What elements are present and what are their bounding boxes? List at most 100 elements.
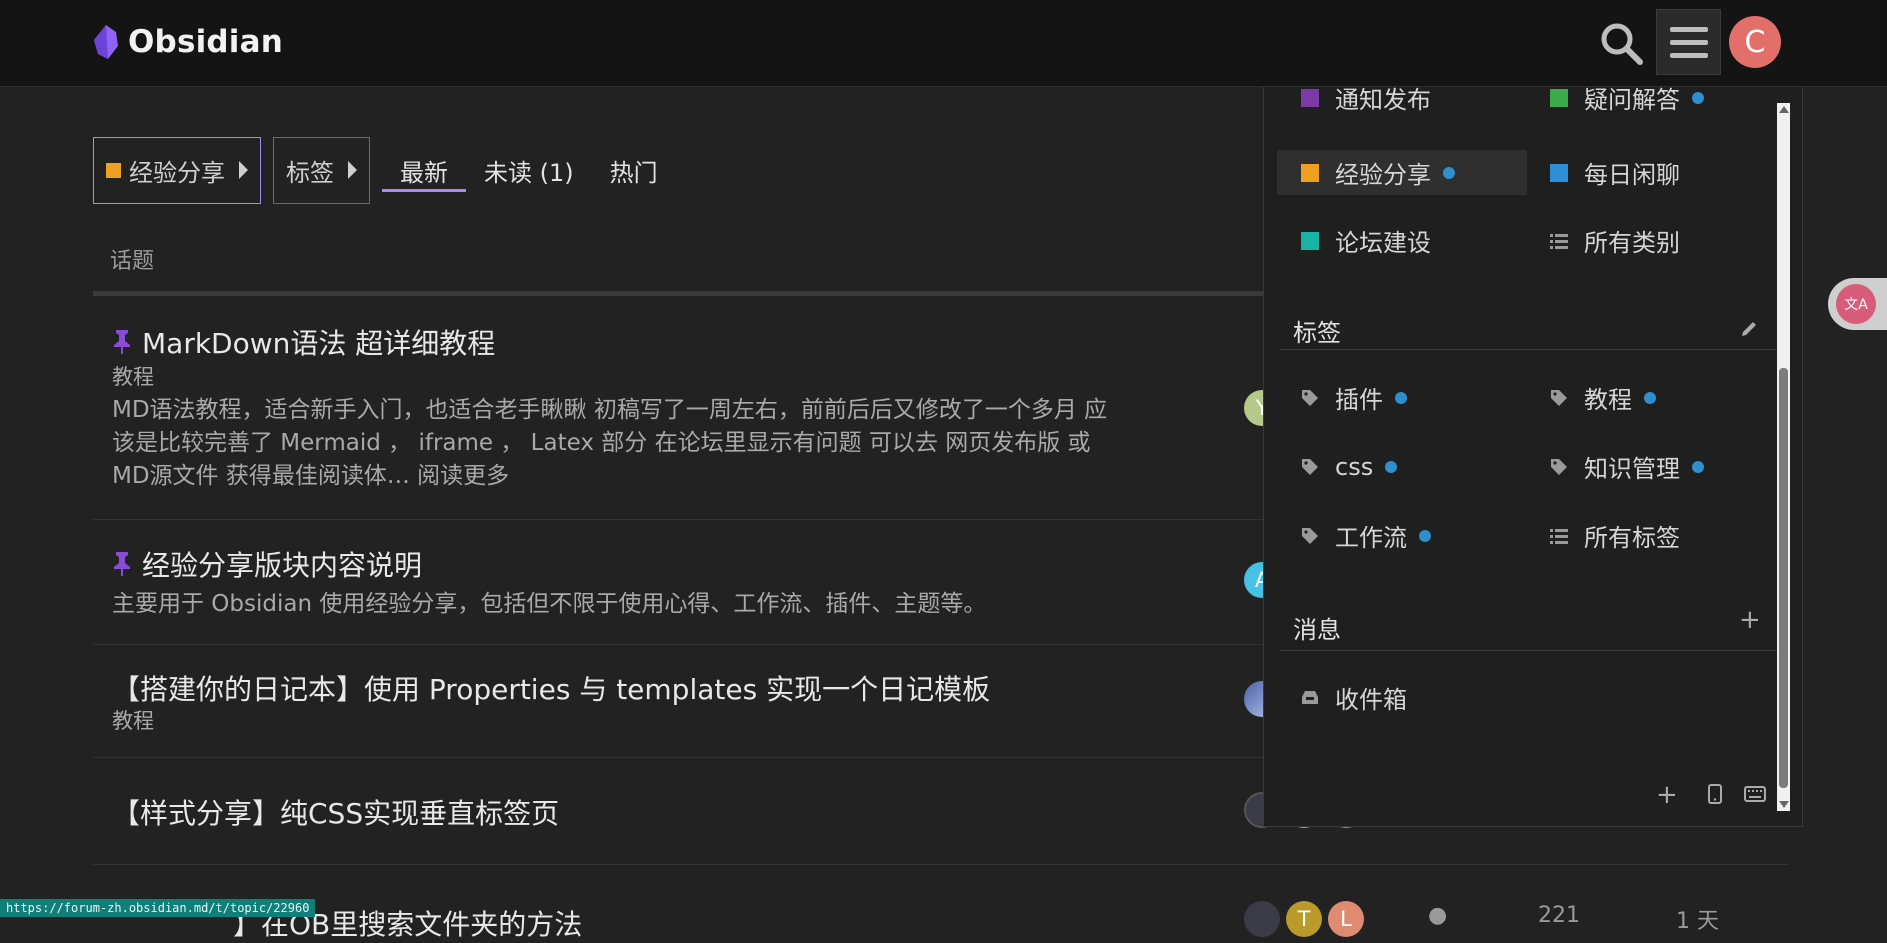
topic-title[interactable]: 【样式分享】纯CSS实现垂直标签页 [112,792,559,832]
category-item-announcements[interactable]: 通知发布 [1277,87,1527,120]
activity-time[interactable]: 1 天 [1676,903,1719,935]
tags-section-title[interactable]: 标签 [1293,313,1341,348]
category-label: 经验分享 [1335,161,1431,189]
tags-dropdown[interactable]: 标签 [273,136,370,204]
search-icon[interactable] [1598,20,1644,66]
tag-item-workflow[interactable]: 工作流 [1277,513,1527,558]
tags-dropdown-label: 标签 [286,158,334,187]
tag-label: 教程 [1584,386,1632,414]
caret-right-icon [348,161,357,179]
caret-right-icon [239,161,248,179]
scroll-up-arrow-icon[interactable] [1779,106,1789,113]
plus-icon[interactable]: + [1739,605,1761,635]
tab-top[interactable]: 热门 [592,136,676,204]
translate-icon: 文A [1836,284,1876,324]
pin-icon [114,330,130,354]
avatar[interactable]: L [1328,901,1364,937]
category-dropdown-label: 经验分享 [129,158,225,187]
tag-icon [1302,527,1318,544]
translate-extension-button[interactable]: 文A [1828,278,1887,330]
brand-name: Obsidian [128,24,284,60]
topic-tag[interactable]: 教程 [112,705,154,735]
category-item-sharing[interactable]: 经验分享 [1277,150,1527,195]
inbox-item[interactable]: 收件箱 [1277,675,1527,720]
topic-title[interactable]: 经验分享版块内容说明 [142,544,422,584]
category-color-swatch [1550,163,1568,182]
category-color-swatch [1301,88,1319,107]
topic-title-row: 【样式分享】纯CSS实现垂直标签页 [112,792,559,832]
site-header: Obsidian C [0,0,1887,87]
reply-count: ● [1428,903,1448,928]
topic-tag[interactable]: 教程 [112,361,154,391]
hamburger-menu-button[interactable] [1656,9,1721,75]
category-label: 每日闲聊 [1584,161,1680,189]
category-color-swatch [1301,231,1319,250]
topic-title-row: 经验分享版块内容说明 [112,544,422,584]
tag-item-plugin[interactable]: 插件 [1277,375,1527,420]
column-header-topic[interactable]: 话题 [110,243,154,275]
topic-title[interactable]: 【搭建你的日记本】使用 Properties 与 templates 实现一个日… [112,668,990,708]
tag-item-tutorial[interactable]: 教程 [1526,375,1776,420]
category-label: 疑问解答 [1584,87,1680,114]
tag-label: 所有标签 [1584,524,1680,552]
topic-excerpt: 主要用于 Obsidian 使用经验分享，包括但不限于使用心得、工作流、插件、主… [112,591,987,617]
keyboard-icon[interactable] [1744,786,1766,802]
tag-label: css [1335,452,1374,481]
unread-dot [1692,460,1704,473]
menu-icon-bar [1669,39,1708,45]
views-count: 221 [1538,903,1580,928]
edit-pencil-icon[interactable] [1741,319,1759,337]
list-icon [1550,528,1568,544]
category-label: 论坛建设 [1335,229,1431,257]
category-color-swatch [106,162,121,178]
avatar[interactable] [1244,901,1280,937]
user-avatar[interactable]: C [1729,16,1781,68]
unread-dot [1692,91,1704,104]
divider [1279,349,1779,350]
pin-icon [114,552,130,576]
status-url: https://forum-zh.obsidian.md/t/topic/229… [0,899,316,917]
topic-excerpt: MD语法教程，适合新手入门，也适合老手瞅瞅 初稿写了一周左右，前前后后又修改了一… [112,397,1108,489]
category-item-chat[interactable]: 每日闲聊 [1526,150,1776,195]
tag-item-css[interactable]: css [1277,444,1527,489]
avatar[interactable]: T [1286,901,1322,937]
tag-icon [1302,458,1318,475]
category-color-swatch [1550,88,1568,107]
category-item-forum[interactable]: 论坛建设 [1277,218,1527,263]
site-logo[interactable]: Obsidian [92,24,283,60]
unread-dot [1395,391,1407,404]
poster-avatars: T L [1244,901,1364,937]
plus-icon[interactable]: + [1656,780,1678,810]
menu-icon-bar [1669,52,1708,58]
category-color-swatch [1301,163,1319,182]
scrollbar-thumb[interactable] [1779,368,1788,788]
inbox-icon [1302,690,1318,704]
panel-scrollbar[interactable] [1777,103,1790,811]
category-label: 所有类别 [1584,229,1680,257]
tag-item-knowledge[interactable]: 知识管理 [1526,444,1776,489]
obsidian-logo-icon [94,25,118,59]
tag-label: 插件 [1335,386,1383,414]
category-item-qa[interactable]: 疑问解答 [1526,87,1776,120]
unread-dot [1443,166,1455,179]
inbox-label: 收件箱 [1335,686,1407,714]
tag-icon [1302,389,1318,406]
tag-icon [1551,458,1567,475]
divider [1279,650,1779,651]
tab-latest[interactable]: 最新 [382,136,466,204]
mobile-icon[interactable] [1708,784,1722,804]
topic-nav: 经验分享 标签 最新 未读 (1) 热门 [93,136,676,204]
unread-dot [1385,460,1398,473]
messages-section-title[interactable]: 消息 [1293,610,1341,645]
category-dropdown[interactable]: 经验分享 [93,136,261,204]
unread-dot [1419,529,1431,542]
tab-unread[interactable]: 未读 (1) [466,136,592,204]
hamburger-panel: 通知发布 疑问解答 经验分享 每日闲聊 论坛建设 所有类别 标签 插件 教程 c… [1263,87,1803,827]
tag-item-all[interactable]: 所有标签 [1526,513,1776,558]
topic-row[interactable]: 】在OB里搜索文件夹的方法 T L ● 221 1 天 [93,865,1788,941]
scroll-down-arrow-icon[interactable] [1779,801,1789,808]
category-item-all[interactable]: 所有类别 [1526,218,1776,263]
category-label: 通知发布 [1335,87,1431,114]
topic-title[interactable]: MarkDown语法 超详细教程 [142,322,495,362]
topic-title-row: MarkDown语法 超详细教程 [112,322,495,362]
